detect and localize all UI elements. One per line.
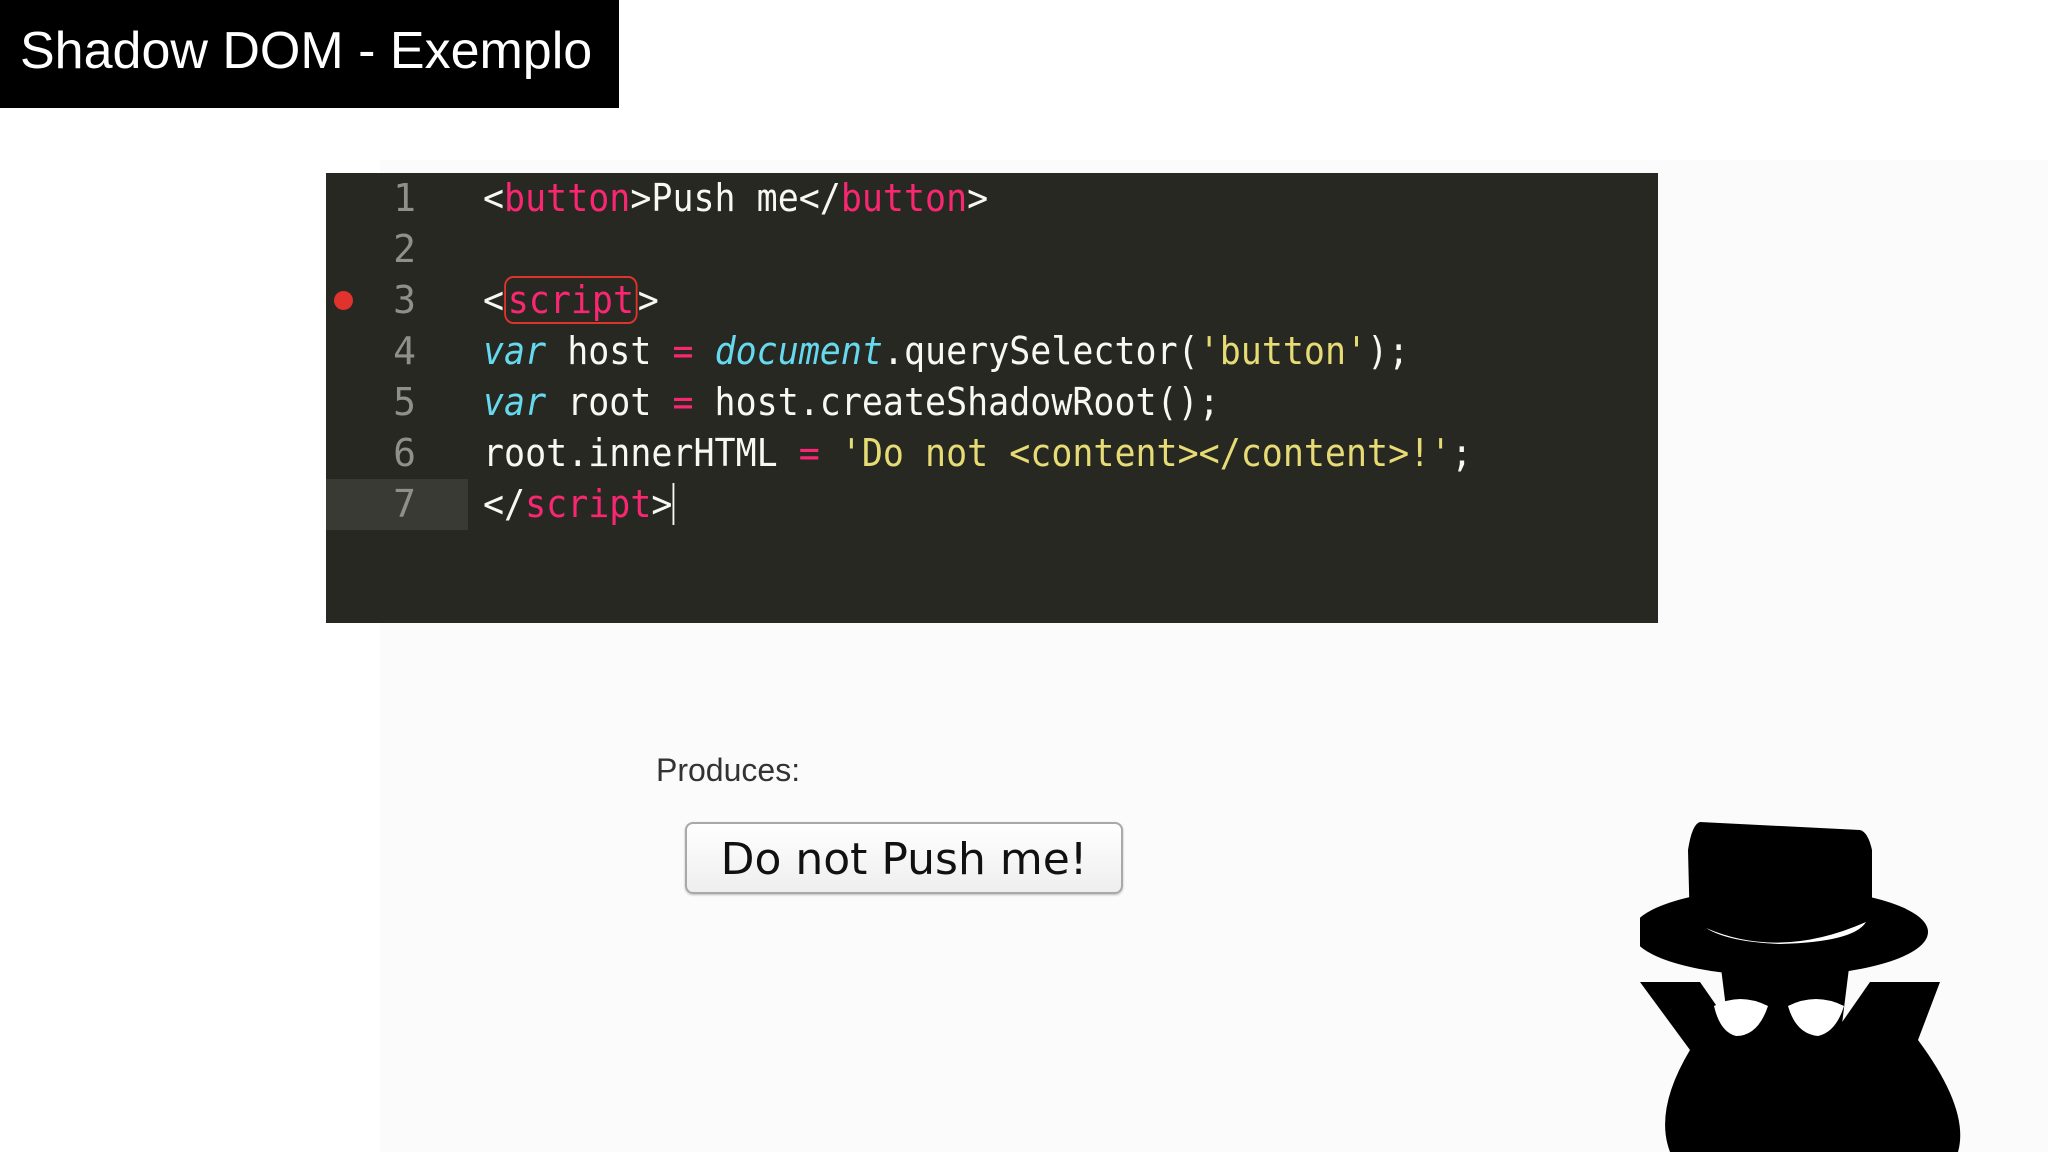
produces-label: Produces: bbox=[656, 752, 801, 788]
code-text: </script> bbox=[483, 479, 675, 530]
code-line[interactable]: 2 bbox=[326, 224, 1658, 275]
code-token: script bbox=[504, 276, 638, 324]
code-text: var root = host.createShadowRoot(); bbox=[483, 377, 1220, 428]
line-number-cell[interactable]: 5 bbox=[326, 377, 468, 428]
code-token: script bbox=[525, 482, 652, 526]
code-text: var host = document.querySelector('butto… bbox=[483, 326, 1409, 377]
line-number: 5 bbox=[393, 380, 416, 424]
code-token: var bbox=[483, 329, 547, 373]
line-number-cell[interactable]: 2 bbox=[326, 224, 468, 275]
do-not-push-me-button[interactable]: Do not Push me! bbox=[685, 822, 1123, 894]
code-token: < bbox=[483, 176, 505, 220]
line-number-cell[interactable]: 4 bbox=[326, 326, 468, 377]
code-text: <button>Push me</button> bbox=[483, 173, 988, 224]
code-text: root.innerHTML = 'Do not <content></cont… bbox=[483, 428, 1472, 479]
code-token: ); bbox=[1367, 329, 1410, 373]
code-token: 'Do not <content></content>!' bbox=[840, 431, 1452, 475]
line-number: 4 bbox=[393, 329, 416, 373]
code-token: = bbox=[672, 329, 694, 373]
code-token: var bbox=[483, 380, 547, 424]
code-token: host bbox=[546, 329, 673, 373]
code-token: root bbox=[546, 380, 673, 424]
line-number-cell[interactable]: 6 bbox=[326, 428, 468, 479]
code-token: 'button' bbox=[1198, 329, 1368, 373]
code-token: button bbox=[840, 176, 968, 220]
code-token: = bbox=[798, 431, 820, 475]
code-token: .querySelector( bbox=[882, 329, 1199, 373]
code-token: > bbox=[651, 482, 673, 526]
line-number: 7 bbox=[393, 482, 416, 526]
line-number: 6 bbox=[393, 431, 416, 475]
code-token: < bbox=[483, 278, 505, 322]
code-token: = bbox=[672, 380, 694, 424]
code-line[interactable]: 4 var host = document.querySelector('butt… bbox=[326, 326, 1658, 377]
line-number-cell[interactable]: 7 bbox=[326, 479, 468, 530]
incognito-spy-icon bbox=[1640, 822, 1961, 1152]
code-line[interactable]: 7 </script> bbox=[326, 479, 1658, 530]
code-token: >Push me</ bbox=[630, 176, 841, 220]
code-line[interactable]: 5 var root = host.createShadowRoot(); bbox=[326, 377, 1658, 428]
code-line[interactable]: 1 <button>Push me</button> bbox=[326, 173, 1658, 224]
title-bar: Shadow DOM - Exemplo bbox=[0, 0, 619, 108]
code-token: ; bbox=[1451, 431, 1473, 475]
line-number-cell[interactable]: 1 bbox=[326, 173, 468, 224]
code-text: <script> bbox=[483, 275, 659, 326]
text-caret bbox=[672, 483, 675, 525]
code-token: root.innerHTML bbox=[483, 431, 799, 475]
breakpoint-icon[interactable] bbox=[334, 291, 353, 310]
line-number: 3 bbox=[393, 278, 416, 322]
code-token: document bbox=[714, 329, 883, 373]
code-editor[interactable]: 1 <button>Push me</button> 2 3 <script> 4 var … bbox=[326, 173, 1658, 623]
slide: Shadow DOM - Exemplo 1 <button>Push me</b… bbox=[0, 0, 2048, 1152]
code-token: host.createShadowRoot(); bbox=[693, 380, 1220, 424]
code-line[interactable]: 3 <script> bbox=[326, 275, 1658, 326]
code-token: button bbox=[504, 176, 631, 220]
slide-title: Shadow DOM - Exemplo bbox=[20, 22, 593, 80]
line-number-cell[interactable]: 3 bbox=[326, 275, 468, 326]
line-number: 2 bbox=[393, 227, 416, 271]
code-token: > bbox=[967, 176, 989, 220]
code-token: </ bbox=[483, 482, 526, 526]
code-line[interactable]: 6 root.innerHTML = 'Do not <content></con… bbox=[326, 428, 1658, 479]
line-number: 1 bbox=[393, 176, 416, 220]
code-token: > bbox=[637, 278, 659, 322]
